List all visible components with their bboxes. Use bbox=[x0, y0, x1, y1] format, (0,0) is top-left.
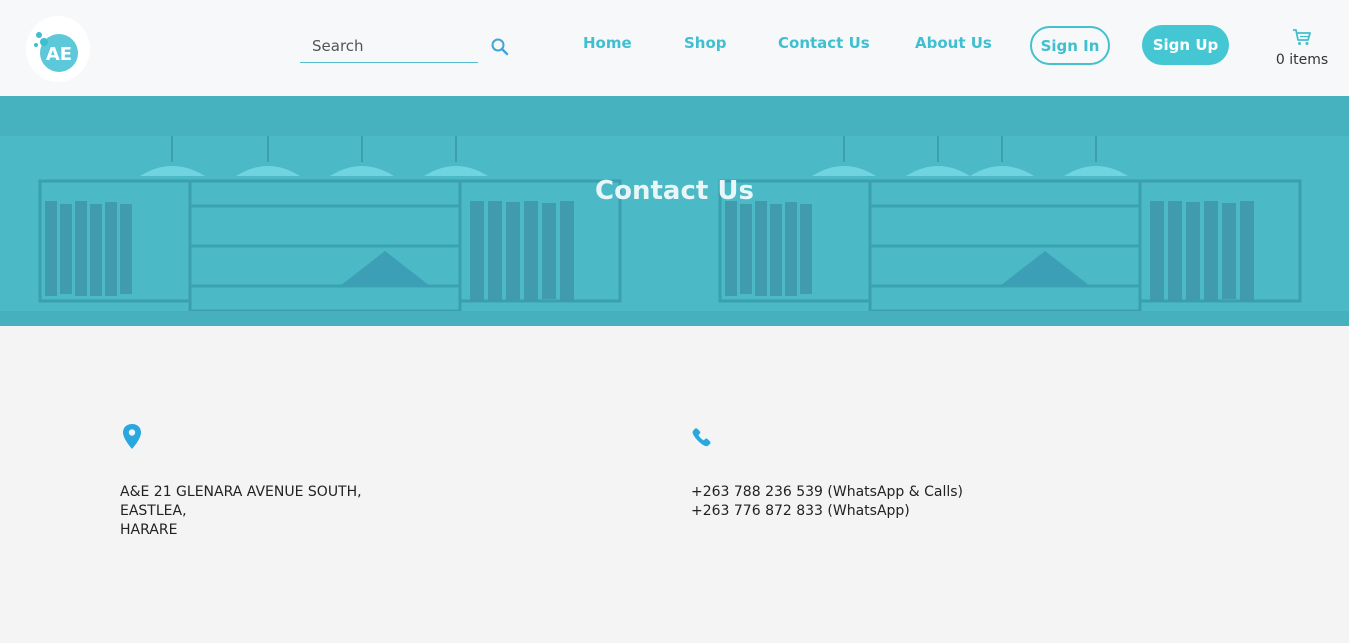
nav-contact-us[interactable]: Contact Us bbox=[778, 34, 870, 52]
map-marker-icon bbox=[123, 424, 141, 449]
cart-link[interactable]: 0 items bbox=[1272, 28, 1332, 72]
phone-block: +263 788 236 539 (WhatsApp & Calls) +263… bbox=[691, 423, 963, 521]
search-button[interactable] bbox=[490, 37, 510, 57]
site-logo[interactable]: AE bbox=[26, 16, 90, 82]
address-line: HARARE bbox=[120, 522, 178, 538]
site-header: AE Home Shop Contact Us About Us Sign In… bbox=[0, 0, 1349, 96]
banner-title: Contact Us bbox=[595, 176, 754, 206]
address-line: A&E 21 GLENARA AVENUE SOUTH, bbox=[120, 484, 362, 500]
page-banner: Contact Us bbox=[0, 96, 1349, 326]
cart-count: 0 items bbox=[1275, 52, 1329, 68]
phone-number[interactable]: +263 776 872 833 (WhatsApp) bbox=[691, 502, 963, 521]
phone-number[interactable]: +263 788 236 539 (WhatsApp & Calls) bbox=[691, 483, 963, 502]
nav-about-us[interactable]: About Us bbox=[915, 34, 992, 52]
nav-home[interactable]: Home bbox=[583, 34, 632, 52]
phone-icon bbox=[692, 428, 711, 447]
address-line: EASTLEA, bbox=[120, 503, 187, 519]
address-lines: A&E 21 GLENARA AVENUE SOUTH, EASTLEA, HA… bbox=[120, 483, 362, 540]
sign-up-button[interactable]: Sign Up bbox=[1142, 25, 1229, 65]
address-block: A&E 21 GLENARA AVENUE SOUTH, EASTLEA, HA… bbox=[120, 423, 362, 540]
phone-lines: +263 788 236 539 (WhatsApp & Calls) +263… bbox=[691, 483, 963, 521]
sign-in-button[interactable]: Sign In bbox=[1030, 26, 1110, 65]
search-icon bbox=[491, 38, 509, 56]
logo-text: AE bbox=[46, 44, 72, 65]
cart-icon bbox=[1293, 29, 1311, 45]
search-box bbox=[300, 30, 478, 63]
logo-icon: AE bbox=[34, 32, 78, 72]
search-input[interactable] bbox=[300, 30, 478, 62]
nav-shop[interactable]: Shop bbox=[684, 34, 727, 52]
store-interior-image bbox=[0, 96, 1349, 326]
